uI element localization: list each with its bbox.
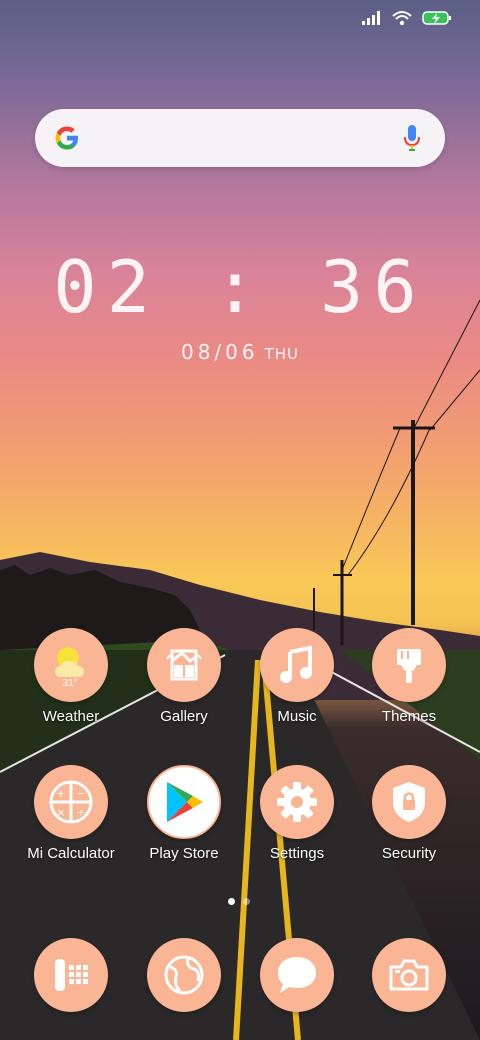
clock-date[interactable]: 08/06 THU	[0, 340, 480, 364]
svg-text:÷: ÷	[76, 806, 85, 819]
svg-text:+: +	[56, 787, 65, 800]
weather-icon: 31°	[34, 628, 108, 702]
camera-icon	[372, 938, 446, 1012]
app-music[interactable]: Music	[241, 628, 353, 725]
dock-phone[interactable]	[15, 938, 127, 1012]
battery-charging-icon	[422, 11, 451, 25]
wifi-icon	[392, 11, 412, 26]
app-security[interactable]: Security	[353, 765, 465, 862]
app-label: Settings	[269, 845, 325, 862]
dock-messages[interactable]	[241, 938, 353, 1012]
themes-icon	[372, 628, 446, 702]
messages-icon	[260, 938, 334, 1012]
app-label: Themes	[381, 708, 437, 725]
app-label: Weather	[42, 708, 100, 725]
app-label: Music	[277, 708, 317, 725]
mic-icon[interactable]	[403, 125, 421, 153]
app-label: Mi Calculator	[27, 845, 115, 862]
calculator-icon: + − × ÷	[34, 765, 108, 839]
browser-icon	[147, 938, 221, 1012]
app-weather[interactable]: 31° Weather	[15, 628, 127, 725]
page-dot	[243, 898, 250, 905]
app-mi-calculator[interactable]: + − × ÷ Mi Calculator	[15, 765, 127, 862]
status-bar	[362, 10, 452, 26]
app-gallery[interactable]: Gallery	[128, 628, 240, 725]
signal-icon	[362, 11, 380, 25]
svg-text:×: ×	[56, 806, 65, 819]
play-store-icon	[147, 765, 221, 839]
security-icon	[372, 765, 446, 839]
settings-icon	[260, 765, 334, 839]
page-indicator[interactable]	[228, 898, 250, 905]
app-settings[interactable]: Settings	[241, 765, 353, 862]
weather-temp: 31°	[62, 678, 77, 688]
app-play-store[interactable]: Play Store	[128, 765, 240, 862]
home-screen: 02 : 36 08/06 THU 31° Weather Gallery Mu…	[0, 0, 480, 1040]
gallery-icon	[147, 628, 221, 702]
date-text: 08/06	[180, 340, 259, 364]
app-label: Security	[381, 845, 437, 862]
google-search-bar[interactable]	[35, 109, 445, 167]
dock-camera[interactable]	[353, 938, 465, 1012]
app-label: Gallery	[160, 708, 208, 725]
page-dot-active	[228, 898, 235, 905]
app-themes[interactable]: Themes	[353, 628, 465, 725]
phone-icon	[34, 938, 108, 1012]
day-of-week: THU	[264, 345, 300, 363]
svg-text:−: −	[76, 787, 85, 800]
music-icon	[260, 628, 334, 702]
app-label: Play Store	[149, 845, 219, 862]
google-logo	[55, 126, 78, 150]
dock-browser[interactable]	[128, 938, 240, 1012]
clock-time[interactable]: 02 : 36	[0, 245, 480, 329]
